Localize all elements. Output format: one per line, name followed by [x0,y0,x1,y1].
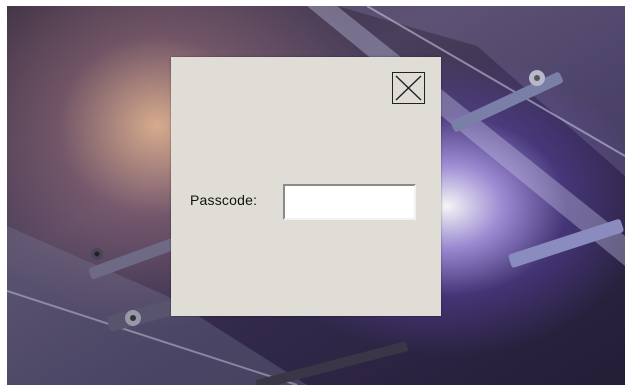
passcode-input[interactable] [283,184,416,220]
passcode-dialog: Passcode: [171,57,441,316]
passcode-label: Passcode: [190,192,258,208]
close-x-icon [395,75,422,101]
screen: Passcode: [0,0,632,385]
close-button[interactable] [392,72,425,104]
